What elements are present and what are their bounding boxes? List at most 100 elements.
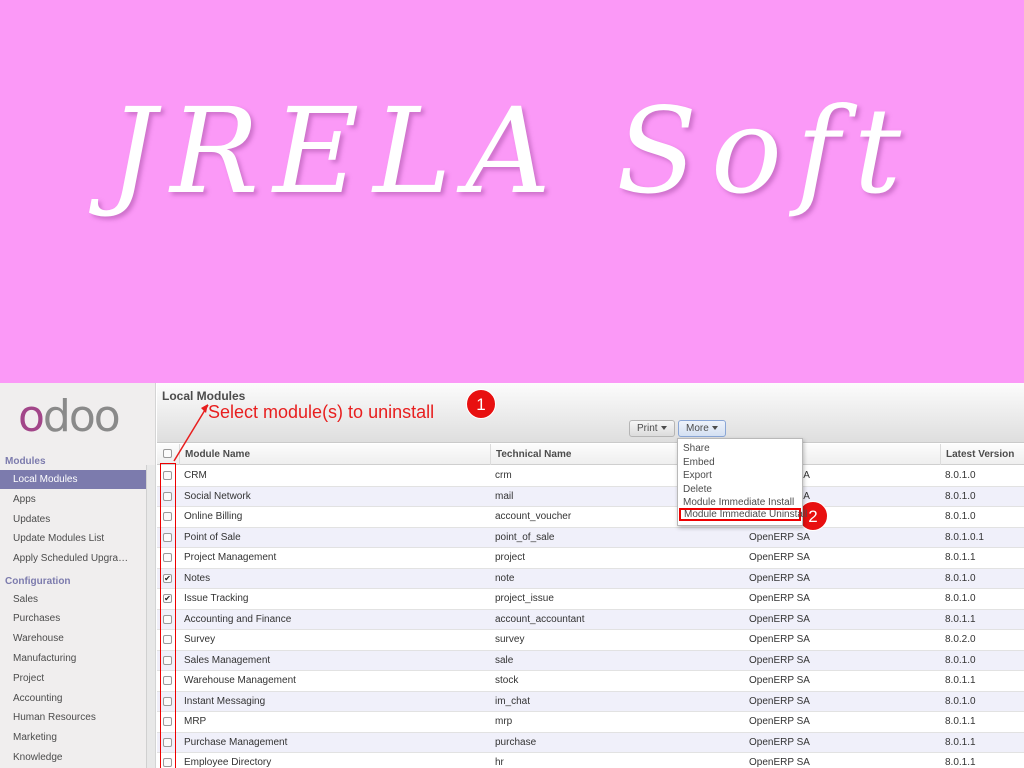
column-latest-version[interactable]: Latest Version [940, 444, 1024, 465]
sidebar-item-update-modules-list[interactable]: Update Modules List [0, 529, 146, 548]
cell-technical-name: sale [495, 654, 514, 666]
cell-latest-version: 8.0.1.1 [945, 736, 976, 748]
cell-module-name: Sales Management [184, 654, 271, 666]
cell-technical-name: hr [495, 757, 504, 768]
cell-module-name: Purchase Management [184, 736, 288, 748]
table-row[interactable]: Survey survey OpenERP SA 8.0.2.0 [157, 630, 1024, 651]
logo-letter: o [18, 391, 45, 442]
cell-technical-name: project_issue [495, 593, 554, 604]
modules-table: Module Name Technical Name Author Latest… [157, 444, 1024, 768]
annotation-step1-badge: 1 [466, 389, 496, 419]
brand-title: JRELA Soft [108, 82, 916, 220]
cell-technical-name: survey [495, 634, 525, 645]
cell-module-name: MRP [184, 716, 207, 727]
sidebar-item-apps[interactable]: Apps [0, 490, 146, 509]
cell-module-name: CRM [184, 470, 207, 481]
logo-letter: o [68, 391, 96, 442]
sidebar-scrollbar[interactable] [146, 465, 155, 768]
table-row[interactable]: Issue Tracking project_issue OpenERP SA 8.0… [157, 589, 1024, 610]
menu-item-share[interactable]: Share [678, 442, 802, 455]
cell-technical-name: note [495, 572, 515, 584]
cell-author: OpenERP SA [749, 716, 810, 727]
cell-module-name: Social Network [184, 490, 251, 502]
cell-technical-name: project [495, 552, 526, 563]
sidebar: odoo Modules Local Modules Apps Updates … [0, 383, 156, 768]
sidebar-item-local-modules[interactable]: Local Modules [0, 470, 146, 489]
cell-module-name: Issue Tracking [184, 593, 249, 604]
annotation-checkbox-highlight [160, 463, 176, 768]
cell-technical-name: account_accountant [495, 613, 585, 625]
banner: JRELA Soft [0, 0, 1024, 383]
table-row[interactable]: Online Billingaccount_voucherOpenERP SA8… [157, 507, 1024, 528]
sidebar-item-project[interactable]: Project [0, 669, 146, 688]
table-row[interactable]: MRP mrp OpenERP SA 8.0.1.1 [157, 712, 1024, 733]
cell-latest-version: 8.0.1.0 [945, 572, 976, 584]
cell-technical-name: im_chat [495, 695, 531, 707]
cell-latest-version: 8.0.1.0 [945, 511, 976, 522]
odoo-app: odoo Modules Local Modules Apps Updates … [0, 383, 1024, 768]
cell-module-name: Employee Directory [184, 757, 272, 768]
more-dropdown-menu: Share Embed Export Delete Module Immedia… [677, 438, 807, 526]
menu-item-delete[interactable]: Delete [678, 483, 802, 496]
cell-latest-version: 8.0.1.1 [945, 552, 976, 563]
sidebar-item-accounting[interactable]: Accounting [0, 689, 146, 708]
table-header: Module Name Technical Name Author Latest… [157, 444, 1024, 465]
sidebar-item-purchases[interactable]: Purchases [0, 609, 146, 628]
cell-author: OpenERP SA [749, 552, 810, 563]
cell-technical-name: stock [495, 675, 519, 686]
sidebar-item-updates[interactable]: Updates [0, 510, 146, 529]
cell-latest-version: 8.0.1.0 [945, 470, 976, 481]
cell-author: OpenERP SA [749, 613, 810, 625]
odoo-logo[interactable]: odoo [18, 391, 138, 442]
table-row[interactable]: Social NetworkmailOpenERP SA8.0.1.0 [157, 486, 1024, 507]
sidebar-item-apply-scheduled-upgrades[interactable]: Apply Scheduled Upgra… [0, 549, 146, 568]
table-row[interactable]: Point of Sale point_of_sale OpenERP SA 8.0.… [157, 527, 1024, 548]
cell-latest-version: 8.0.1.1 [945, 613, 976, 625]
sidebar-item-human-resources[interactable]: Human Resources [0, 708, 146, 727]
menu-item-export[interactable]: Export [678, 469, 802, 482]
table-row[interactable]: Accounting and Finance account_accountant… [157, 609, 1024, 630]
cell-author: OpenERP SA [749, 531, 810, 543]
cell-module-name: Notes [184, 572, 211, 584]
caret-down-icon [711, 426, 718, 431]
annotation-step1-text: Select module(s) to uninstall [208, 402, 435, 422]
sidebar-item-knowledge[interactable]: Knowledge [0, 748, 146, 767]
table-row[interactable]: Employee Directory hr OpenERP SA 8.0.1.1 [157, 753, 1024, 768]
table-row[interactable]: Notes note OpenERP SA 8.0.1.0 [157, 568, 1024, 589]
menu-item-module-immediate-uninstall[interactable]: Module Immediate Uninstall [679, 508, 807, 521]
sidebar-item-manufacturing[interactable]: Manufacturing [0, 649, 146, 668]
table-row[interactable]: CRMcrmOpenERP SA8.0.1.0 [157, 466, 1024, 487]
cell-latest-version: 8.0.1.1 [945, 716, 976, 727]
sidebar-item-warehouse[interactable]: Warehouse [0, 629, 146, 648]
table-row[interactable]: Warehouse Management stock OpenERP SA 8.0.1… [157, 671, 1024, 692]
table-row[interactable]: Purchase Management purchase OpenERP SA 8.0… [157, 732, 1024, 753]
sidebar-item-marketing[interactable]: Marketing [0, 728, 146, 747]
cell-author: OpenERP SA [749, 675, 810, 686]
cell-latest-version: 8.0.1.0 [945, 593, 976, 604]
column-module-name[interactable]: Module Name [179, 444, 490, 465]
caret-down-icon [660, 426, 667, 431]
cell-latest-version: 8.0.1.0 [945, 490, 976, 502]
cell-technical-name: point_of_sale [495, 531, 555, 543]
cell-author: OpenERP SA [749, 695, 810, 707]
cell-latest-version: 8.0.1.1 [945, 757, 976, 768]
cell-latest-version: 8.0.2.0 [945, 634, 976, 645]
cell-author: OpenERP SA [749, 736, 810, 748]
menu-item-embed[interactable]: Embed [678, 456, 802, 469]
cell-technical-name: mrp [495, 716, 513, 727]
more-button[interactable]: More [678, 420, 726, 437]
cell-module-name: Project Management [184, 552, 277, 563]
cell-module-name: Point of Sale [184, 531, 241, 543]
cell-latest-version: 8.0.1.0 [945, 654, 976, 666]
page-title: Local Modules [162, 389, 246, 403]
table-row[interactable]: Instant Messaging im_chat OpenERP SA 8.0.1.… [157, 691, 1024, 712]
sidebar-section-configuration: Configuration [5, 576, 71, 587]
logo-letter: o [93, 391, 121, 442]
print-button[interactable]: Print [629, 420, 675, 437]
sidebar-item-sales[interactable]: Sales [0, 590, 146, 609]
table-row[interactable]: Sales Management sale OpenERP SA 8.0.1.0 [157, 650, 1024, 671]
cell-module-name: Warehouse Management [184, 675, 296, 686]
cell-module-name: Instant Messaging [184, 695, 266, 707]
table-row[interactable]: Project Management project OpenERP SA 8.0.1… [157, 548, 1024, 569]
more-label: More [686, 423, 709, 434]
